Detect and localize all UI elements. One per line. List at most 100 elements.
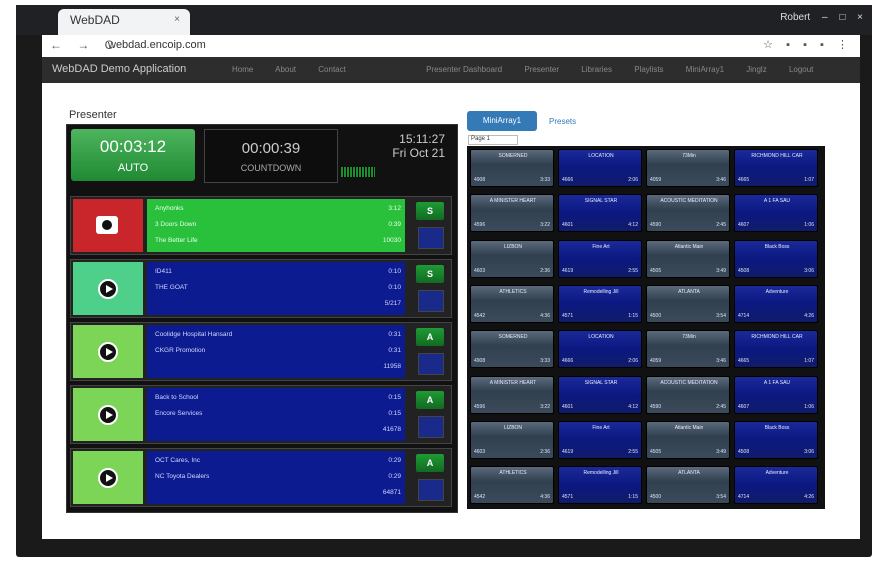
array-cart-button[interactable]: Black Boss 4508 3:06 xyxy=(734,239,818,278)
tab-presets[interactable]: Presets xyxy=(549,117,576,126)
cart-code: 4500 xyxy=(650,312,662,319)
cart-status-tile[interactable] xyxy=(73,451,143,504)
nav-link-presenter[interactable]: Presenter xyxy=(524,65,559,74)
cart-row[interactable]: OCT Cares, Inc NC Toyota Dealers 0:29 0:29 6… xyxy=(70,448,452,507)
array-cart-button[interactable]: Black Boss 4508 3:06 xyxy=(734,420,818,459)
cart-title: SIGNAL STAR xyxy=(584,379,618,386)
cart-secondary-button[interactable] xyxy=(418,479,444,501)
cart-title: Black Boss xyxy=(764,243,790,250)
tab-close-icon[interactable]: × xyxy=(174,14,180,25)
array-cart-button[interactable]: ATLANTA 4500 3:54 xyxy=(646,466,730,505)
array-cart-button[interactable]: Remodelling Jill 4571 1:15 xyxy=(558,466,642,505)
cart-row[interactable]: Back to School Encore Services 0:15 0:15 416… xyxy=(70,385,452,444)
play-icon[interactable] xyxy=(98,342,118,362)
nav-link-jinglz[interactable]: Jinglz xyxy=(746,65,766,74)
array-cart-button[interactable]: SOMERNED 4908 3:33 xyxy=(470,149,554,187)
cart-title: Fine Art xyxy=(592,424,610,431)
nav-link-playlists[interactable]: Playlists xyxy=(634,65,663,74)
array-cart-button[interactable]: LIZBON 4603 2:36 xyxy=(470,239,554,278)
cart-mode-button[interactable]: S xyxy=(416,202,444,220)
cart-length: 1:07 xyxy=(804,358,814,365)
array-cart-button[interactable]: LOCATION 4666 2:06 xyxy=(558,149,642,187)
array-cart-button[interactable]: LOCATION 4666 2:06 xyxy=(558,330,642,369)
window-user[interactable]: Robert xyxy=(780,12,810,23)
cart-secondary-button[interactable] xyxy=(418,416,444,438)
extension-icon[interactable]: ▪ xyxy=(803,39,807,51)
nav-link-contact[interactable]: Contact xyxy=(318,65,346,74)
cart-status-tile[interactable] xyxy=(73,199,143,252)
cart-secondary-button[interactable] xyxy=(418,290,444,312)
elapsed-clock[interactable]: 00:03:12 AUTO xyxy=(71,129,195,181)
bookmark-star-icon[interactable]: ☆ xyxy=(763,39,773,51)
array-cart-button[interactable]: Adventure 4714 4:26 xyxy=(734,466,818,505)
cart-mode-button[interactable]: S xyxy=(416,265,444,283)
tab-miniarray1[interactable]: MiniArray1 xyxy=(467,111,537,131)
array-cart-button[interactable]: ATHLETICS 4542 4:36 xyxy=(470,284,554,323)
nav-link-logout[interactable]: Logout xyxy=(789,65,813,74)
cart-info: ID411 THE GOAT 0:10 0:10 5/217 xyxy=(147,262,405,315)
browser-menu-icon[interactable]: ⋮ xyxy=(837,39,848,51)
app-brand[interactable]: WebDAD Demo Application xyxy=(52,63,186,75)
cart-title: SIGNAL STAR xyxy=(584,198,618,205)
array-cart-button[interactable]: ACOUSTIC MEDITATION 4590 2:45 xyxy=(646,375,730,414)
array-cart-button[interactable]: A 1 FA SAU 4607 1:06 xyxy=(734,375,818,414)
cart-title: SOMERNED xyxy=(498,334,528,341)
cart-secondary-button[interactable] xyxy=(418,353,444,375)
array-cart-button[interactable]: Fine Art 4619 2:55 xyxy=(558,239,642,278)
array-cart-button[interactable]: ATHLETICS 4542 4:36 xyxy=(470,466,554,505)
array-cart-button[interactable]: RICHMOND HILL CAR 4665 1:07 xyxy=(734,330,818,369)
browser-tab[interactable]: WebDAD × xyxy=(58,9,190,35)
array-cart-button[interactable]: SIGNAL STAR 4601 4:12 xyxy=(558,194,642,233)
nav-link-presenter-dashboard[interactable]: Presenter Dashboard xyxy=(426,65,502,74)
cart-row[interactable]: Coolidge Hospital Hansard CKGR Promotion 0… xyxy=(70,322,452,381)
cart-mode-button[interactable]: A xyxy=(416,454,444,472)
cart-status-tile[interactable] xyxy=(73,262,143,315)
stop-icon[interactable] xyxy=(96,216,118,234)
array-cart-button[interactable]: 73Min 4059 3:46 xyxy=(646,330,730,369)
array-cart-button[interactable]: Remodelling Jill 4571 1:15 xyxy=(558,284,642,323)
cart-code: 4508 xyxy=(738,267,750,274)
minimize-icon[interactable]: – xyxy=(822,12,828,23)
extension-icon[interactable]: ▪ xyxy=(786,39,790,51)
array-cart-button[interactable]: SOMERNED 4908 3:33 xyxy=(470,330,554,369)
cart-status-tile[interactable] xyxy=(73,325,143,378)
cart-row[interactable]: Anyhonks 3 Doors Down The Better Life 3:12 0… xyxy=(70,196,452,255)
extension-icon[interactable]: ▪ xyxy=(820,39,824,51)
cart-mode-button[interactable]: A xyxy=(416,328,444,346)
nav-link-libraries[interactable]: Libraries xyxy=(581,65,612,74)
array-cart-button[interactable]: 73Min 4059 3:46 xyxy=(646,149,730,187)
array-cart-button[interactable]: ATLANTA 4500 3:54 xyxy=(646,284,730,323)
array-cart-button[interactable]: Atlantic Main 4505 3:49 xyxy=(646,420,730,459)
maximize-icon[interactable]: □ xyxy=(839,12,845,23)
url-field[interactable]: webdad.encoip.com xyxy=(108,39,206,51)
array-cart-button[interactable]: RICHMOND HILL CAR 4665 1:07 xyxy=(734,149,818,187)
array-cart-button[interactable]: Fine Art 4619 2:55 xyxy=(558,420,642,459)
array-cart-button[interactable]: ACOUSTIC MEDITATION 4590 2:45 xyxy=(646,194,730,233)
page-select[interactable]: Page 1 xyxy=(468,135,518,145)
cart-controls: A xyxy=(416,388,446,441)
array-cart-button[interactable]: A 1 FA SAU 4607 1:06 xyxy=(734,194,818,233)
array-cart-button[interactable]: SIGNAL STAR 4601 4:12 xyxy=(558,375,642,414)
cart-mode-button[interactable]: A xyxy=(416,391,444,409)
cart-title: Atlantic Main xyxy=(674,424,704,431)
cart-status-tile[interactable] xyxy=(73,388,143,441)
play-icon[interactable] xyxy=(98,279,118,299)
nav-link-miniarray1[interactable]: MiniArray1 xyxy=(686,65,724,74)
cart-length: 3:33 xyxy=(540,177,550,183)
play-icon[interactable] xyxy=(98,405,118,425)
cart-row[interactable]: ID411 THE GOAT 0:10 0:10 5/217 S xyxy=(70,259,452,318)
cart-code: 4590 xyxy=(650,403,662,410)
cart-duration: 0:10 xyxy=(388,284,401,291)
nav-link-home[interactable]: Home xyxy=(232,65,253,74)
close-window-icon[interactable]: × xyxy=(857,12,863,23)
array-cart-button[interactable]: Atlantic Main 4505 3:49 xyxy=(646,239,730,278)
nav-link-about[interactable]: About xyxy=(275,65,296,74)
array-cart-button[interactable]: Adventure 4714 4:26 xyxy=(734,284,818,323)
array-cart-button[interactable]: A MINISTER HEART 4596 3:22 xyxy=(470,375,554,414)
cart-title: LOCATION xyxy=(588,334,614,341)
cart-text: THE GOAT xyxy=(155,284,188,291)
array-cart-button[interactable]: A MINISTER HEART 4596 3:22 xyxy=(470,194,554,233)
cart-secondary-button[interactable] xyxy=(418,227,444,249)
play-icon[interactable] xyxy=(98,468,118,488)
array-cart-button[interactable]: LIZBON 4603 2:36 xyxy=(470,420,554,459)
